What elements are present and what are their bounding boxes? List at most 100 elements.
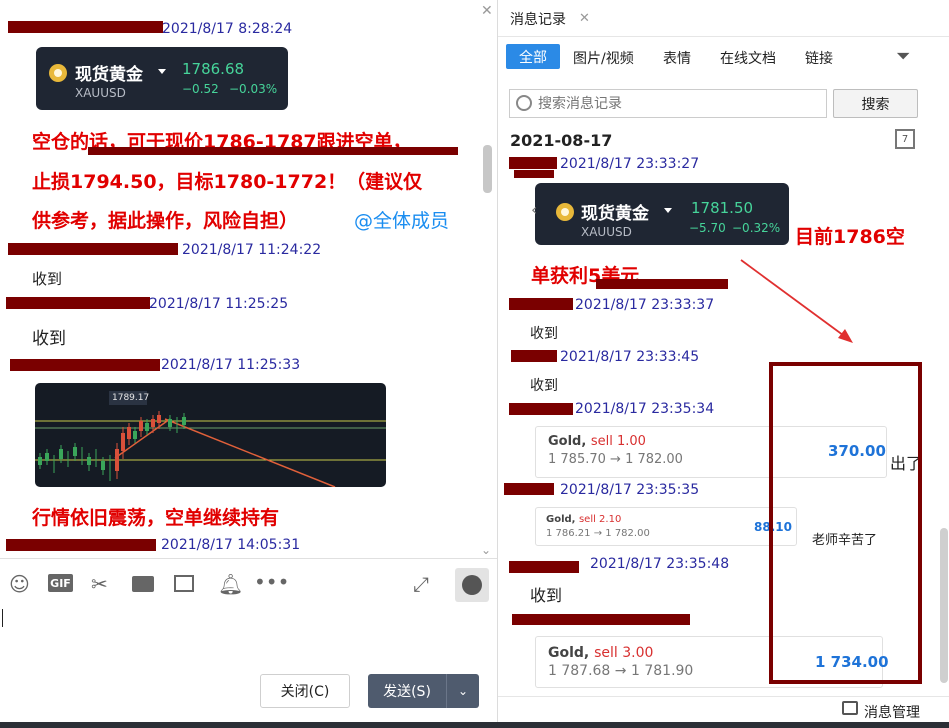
- redacted-mark: [514, 170, 554, 178]
- message-manage-label[interactable]: 消息管理: [864, 702, 920, 722]
- trade-side: sell 3.00: [594, 645, 654, 661]
- search-box[interactable]: [509, 89, 827, 118]
- redacted-mark: [596, 279, 728, 289]
- message-timestamp: 2021/8/17 8:28:24: [162, 21, 293, 37]
- chat-window: ✕ 2021/8/17 8:28:24 现货黄金 XAUUSD 1786.68 …: [0, 0, 497, 728]
- quote-price: 1781.50: [691, 199, 754, 217]
- redacted-sender: [10, 359, 160, 371]
- scissors-icon[interactable]: ✂: [91, 572, 108, 596]
- search-icon: [516, 95, 532, 111]
- redacted-sender: [504, 483, 554, 495]
- filter-stickers[interactable]: 表情: [663, 48, 691, 68]
- date-header: 2021-08-17: [510, 131, 613, 150]
- caret-down-icon: [664, 208, 672, 213]
- bell-icon[interactable]: 🔔︎: [218, 572, 243, 596]
- message-text: 收到: [530, 378, 558, 394]
- message-timestamp: 2021/8/17 11:24:22: [182, 242, 322, 258]
- quote-change: −5.70: [689, 221, 726, 235]
- quote-prev-arrow-icon[interactable]: ‹: [531, 200, 537, 219]
- caret-down-icon: [158, 69, 166, 74]
- trade-symbol: Gold, sell 1.00: [548, 434, 646, 449]
- filter-online-docs[interactable]: 在线文档: [720, 48, 776, 68]
- message-text: 收到: [32, 270, 63, 288]
- redacted-sender: [509, 561, 579, 573]
- close-button[interactable]: 关闭(C): [260, 674, 350, 708]
- taskbar-strip: [0, 722, 949, 728]
- message-timestamp: 2021/8/17 23:35:48: [590, 556, 730, 572]
- redacted-mark: [512, 614, 690, 625]
- redacted-sender: [6, 539, 156, 551]
- message-text: 收到: [530, 326, 558, 342]
- redacted-sender: [509, 403, 573, 415]
- expand-icon[interactable]: ⤢: [413, 572, 429, 596]
- bottom-divider: [498, 696, 949, 697]
- filter-all[interactable]: 全部: [506, 44, 560, 69]
- image-icon[interactable]: [174, 575, 194, 592]
- history-tab[interactable]: 消息记录 ✕: [498, 0, 602, 36]
- quote-code: XAUUSD: [75, 86, 126, 100]
- message-timestamp: 2021/8/17 23:33:27: [560, 156, 700, 172]
- quote-name: 现货黄金: [581, 204, 649, 224]
- gold-coin-icon: [49, 64, 67, 82]
- message-text: 收到: [530, 586, 563, 605]
- chat-scrollbar[interactable]: [483, 145, 492, 193]
- message-manage-icon[interactable]: [842, 701, 858, 715]
- history-scrollbar[interactable]: [940, 528, 948, 683]
- mention-all-members[interactable]: @全体成员: [354, 206, 449, 233]
- redacted-sender: [6, 297, 150, 309]
- redacted-sender: [509, 298, 573, 310]
- annotation-arrow: [740, 259, 853, 343]
- trade-symbol: Gold, sell 2.10: [546, 514, 622, 525]
- close-tab-icon[interactable]: ✕: [579, 11, 590, 26]
- history-clock-button[interactable]: [455, 568, 489, 602]
- trade-side: sell 1.00: [590, 434, 646, 449]
- emoji-icon[interactable]: ☺: [9, 572, 30, 596]
- message-input[interactable]: [0, 604, 497, 668]
- search-button[interactable]: 搜索: [833, 89, 918, 118]
- message-timestamp: 2021/8/17 11:25:25: [149, 296, 289, 312]
- redacted-sender: [8, 21, 163, 33]
- analysis-line-3: 供参考，据此操作，风险自担）: [32, 210, 299, 232]
- quote-card-xauusd[interactable]: ‹ 现货黄金 XAUUSD 1781.50 −5.70 −0.32%: [531, 183, 789, 245]
- gif-icon[interactable]: GIF: [48, 574, 73, 592]
- candlestick-chart-image[interactable]: 1789.17: [35, 383, 386, 487]
- toolbar-divider: [0, 558, 497, 559]
- message-timestamp: 2021/8/17 23:33:45: [560, 349, 700, 365]
- folder-icon[interactable]: [132, 576, 154, 592]
- trade-range: 1 787.68 → 1 781.90: [548, 663, 694, 679]
- chat-close-icon[interactable]: ✕: [481, 3, 495, 19]
- gold-coin-icon: [556, 203, 574, 221]
- message-timestamp: 2021/8/17 23:35:35: [560, 482, 700, 498]
- redacted-sender: [8, 243, 178, 255]
- filter-options-icon[interactable]: ⏷: [896, 46, 910, 67]
- filter-media[interactable]: 图片/视频: [573, 48, 634, 68]
- trade-card[interactable]: Gold, sell 2.10 1 786.21 → 1 782.00 88.1…: [535, 507, 797, 546]
- quote-price: 1786.68: [182, 60, 245, 78]
- annotation-box: [769, 362, 922, 684]
- quote-name: 现货黄金: [75, 65, 143, 85]
- analysis-line-2: 止损1794.50，目标1780-1772！（建议仅: [32, 171, 423, 193]
- chevron-down-icon: ⌄: [457, 684, 469, 698]
- calendar-icon[interactable]: 7: [895, 129, 915, 149]
- filter-links[interactable]: 链接: [805, 48, 833, 68]
- scroll-down-icon[interactable]: ⌄: [481, 543, 491, 557]
- message-text: 收到: [32, 329, 66, 349]
- send-button[interactable]: 发送(S): [368, 674, 446, 708]
- tab-underline: [498, 36, 949, 37]
- search-input[interactable]: [536, 93, 820, 115]
- message-timestamp: 2021/8/17 11:25:33: [161, 357, 301, 373]
- annotation-line-1: 目前1786空: [795, 226, 905, 248]
- quote-card-xauusd[interactable]: 现货黄金 XAUUSD 1786.68 −0.52 −0.03%: [36, 47, 288, 110]
- history-tab-title: 消息记录: [510, 12, 566, 28]
- quote-code: XAUUSD: [581, 225, 632, 239]
- trade-range: 1 785.70 → 1 782.00: [548, 452, 683, 467]
- trade-side: sell 2.10: [578, 514, 622, 525]
- send-options-dropdown[interactable]: ⌄: [446, 674, 479, 708]
- quote-change: −0.52: [182, 82, 219, 96]
- trade-symbol: Gold, sell 3.00: [548, 645, 654, 661]
- quote-change-pct: −0.32%: [732, 221, 781, 235]
- more-icon[interactable]: •••: [254, 570, 289, 594]
- clock-icon: [462, 575, 482, 595]
- message-timestamp: 2021/8/17 23:35:34: [575, 401, 715, 417]
- status-line: 行情依旧震荡，空单继续持有: [32, 507, 280, 529]
